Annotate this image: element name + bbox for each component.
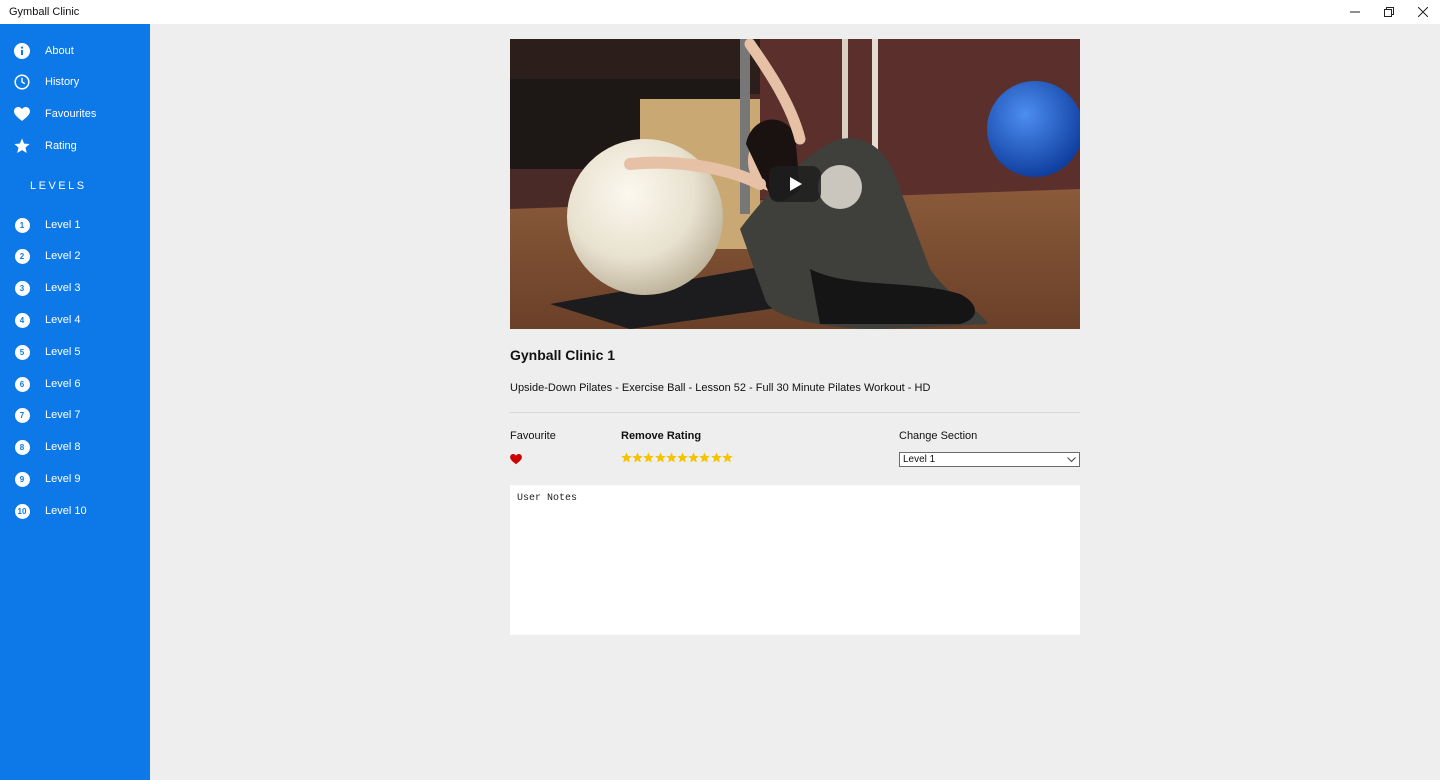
rating-star-icon[interactable] [643,452,655,463]
number-badge-icon: 5 [14,344,30,360]
sidebar-item-history[interactable]: History [0,67,150,97]
restore-button[interactable] [1372,0,1406,24]
minimize-button[interactable] [1338,0,1372,24]
sidebar-item-level-5[interactable]: 5 Level 5 [0,337,150,367]
number-badge-icon: 8 [14,439,30,455]
rating-star-icon[interactable] [710,452,722,463]
rating-stars[interactable] [621,452,733,463]
video-player[interactable] [510,39,1080,329]
sidebar-item-level-10[interactable]: 10 Level 10 [0,496,150,526]
sidebar-item-label: Level 10 [45,505,87,517]
heart-icon [510,454,522,465]
number-badge-icon: 6 [14,376,30,392]
levels-heading: LEVELS [30,180,87,192]
sidebar-item-rating[interactable]: Rating [0,131,150,161]
sidebar-item-level-4[interactable]: 4 Level 4 [0,305,150,335]
sidebar-item-level-7[interactable]: 7 Level 7 [0,400,150,430]
user-notes-field[interactable] [510,485,1080,635]
title-bar: Gymball Clinic [0,0,1440,24]
play-icon [790,177,802,191]
section-select-value: Level 1 [903,454,936,465]
sidebar-item-level-1[interactable]: 1 Level 1 [0,210,150,240]
sidebar-item-label: Level 8 [45,441,81,453]
sidebar-item-level-3[interactable]: 3 Level 3 [0,273,150,303]
number-badge-icon: 9 [14,471,30,487]
close-button[interactable] [1406,0,1440,24]
favourite-label: Favourite [510,430,556,442]
sidebar-item-level-8[interactable]: 8 Level 8 [0,432,150,462]
close-icon [1418,7,1428,17]
sidebar-item-label: Level 7 [45,409,81,421]
remove-rating-button[interactable]: Remove Rating [621,430,701,442]
clock-icon [14,74,30,90]
main-content: Gynball Clinic 1 Upside-Down Pilates - E… [150,24,1440,780]
number-badge-icon: 7 [14,407,30,423]
sidebar-item-label: About [45,45,74,57]
change-section-label: Change Section [899,430,978,442]
sidebar-item-label: Level 3 [45,282,81,294]
play-button[interactable] [769,166,821,202]
sidebar-item-level-2[interactable]: 2 Level 2 [0,241,150,271]
number-badge-icon: 3 [14,280,30,296]
rating-star-icon[interactable] [722,452,733,463]
sidebar-item-label: Level 1 [45,219,81,231]
star-icon [14,138,30,154]
rating-star-icon[interactable] [699,452,711,463]
sidebar-item-label: Rating [45,140,77,152]
sidebar-item-level-6[interactable]: 6 Level 6 [0,369,150,399]
heart-icon [14,106,30,122]
sidebar-item-label: Level 6 [45,378,81,390]
sidebar-item-label: Level 5 [45,346,81,358]
sidebar-item-level-9[interactable]: 9 Level 9 [0,464,150,494]
lesson-description: Upside-Down Pilates - Exercise Ball - Le… [510,382,931,394]
rating-star-icon[interactable] [632,452,644,463]
number-badge-icon: 4 [14,312,30,328]
sidebar-item-favourites[interactable]: Favourites [0,99,150,129]
rating-star-icon[interactable] [677,452,688,463]
sidebar-item-label: Level 4 [45,314,81,326]
sidebar-item-label: Level 2 [45,250,81,262]
minimize-icon [1350,11,1360,13]
number-badge-icon: 2 [14,248,30,264]
sidebar-item-label: History [45,76,80,88]
window-controls [1338,0,1440,24]
rating-star-icon[interactable] [688,452,699,463]
window-title: Gymball Clinic [9,6,80,18]
number-badge-icon: 1 [14,217,30,233]
lesson-title: Gynball Clinic 1 [510,347,616,363]
divider [510,412,1080,413]
restore-icon [1384,7,1394,17]
section-select[interactable]: Level 1 [899,452,1080,467]
rating-star-icon[interactable] [654,452,666,463]
sidebar-item-label: Level 9 [45,473,81,485]
rating-star-icon[interactable] [621,452,632,463]
number-badge-icon: 10 [14,503,30,519]
sidebar-item-label: Favourites [45,108,97,120]
info-icon [14,43,30,59]
chevron-down-icon [1067,457,1076,463]
rating-star-icon[interactable] [666,452,677,463]
sidebar: About History Favourites Rating LEVELS 1… [0,24,150,780]
favourite-toggle[interactable] [510,452,522,470]
sidebar-item-about[interactable]: About [0,36,150,66]
